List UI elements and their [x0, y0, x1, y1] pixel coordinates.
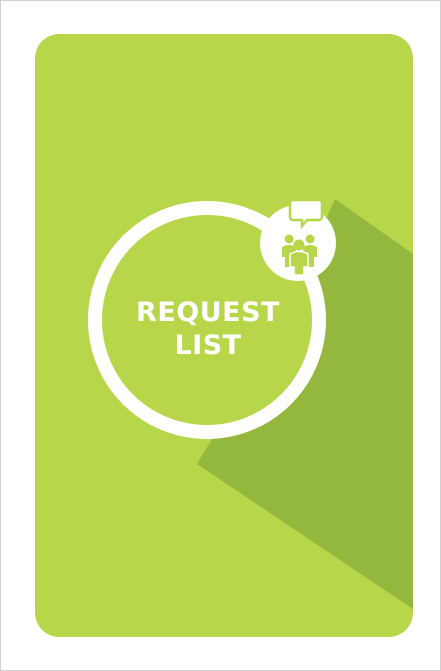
request-list-card[interactable]: REQUEST LIST — [35, 34, 413, 637]
card-title-line2: LIST — [174, 330, 242, 361]
card-title: REQUEST LIST — [126, 296, 290, 362]
page-frame: REQUEST LIST — [0, 0, 441, 671]
card-title-line1: REQUEST — [136, 297, 280, 328]
